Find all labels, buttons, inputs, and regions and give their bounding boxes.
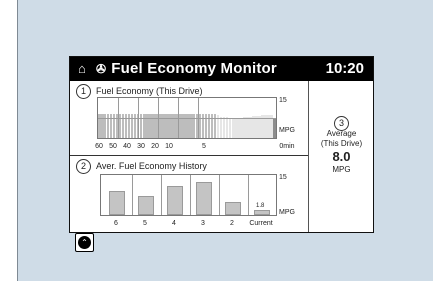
average-panel: 3 Average (This Drive) 8.0 MPG: [308, 81, 374, 232]
chart2-xtick: 6: [114, 220, 118, 227]
fuel-economy-screen: ⌂ ✇ Fuel Economy Monitor 10:20 1 Fuel Econ…: [69, 56, 374, 252]
chart1-xtick: 20: [151, 143, 159, 150]
section2-number: 2: [76, 159, 91, 174]
grid-line: [190, 175, 191, 215]
chart1-xtick: 50: [109, 143, 117, 150]
section1-number: 1: [76, 84, 91, 99]
chart2-unit: MPG: [279, 209, 295, 216]
history-bar: [167, 185, 183, 215]
history-bar: [225, 201, 241, 215]
grid-line: [161, 175, 162, 215]
chart1-xtick: 40: [123, 143, 131, 150]
history-bar: [138, 196, 154, 215]
chart2-xtick: 4: [172, 220, 176, 227]
chart1-xtick: 30: [137, 143, 145, 150]
section1-title: Fuel Economy (This Drive): [96, 85, 203, 96]
average-value: 8.0: [332, 149, 351, 164]
charts-area: 1 Fuel Economy (This Drive) 15 MPG 60 50 40…: [70, 81, 308, 252]
section2-heading: 2 Aver. Fuel Economy History: [76, 159, 207, 174]
fuel-economy-chart: [97, 97, 277, 139]
chart1-xtick: 10: [165, 143, 173, 150]
grid-line: [132, 175, 133, 215]
chart2-xtick: Current: [249, 220, 273, 227]
header-bar: ⌂ ✇ Fuel Economy Monitor 10:20: [70, 57, 373, 81]
chart1-xtick: 60: [95, 143, 103, 150]
section-divider: [70, 155, 308, 156]
panel-edge: [17, 0, 18, 281]
history-chart: 1.8: [100, 174, 277, 216]
section2-title: Aver. Fuel Economy History: [96, 160, 207, 171]
average-label-1: Average: [326, 129, 357, 138]
average-label-2: (This Drive): [320, 139, 363, 148]
fuel-icon: ✇: [96, 62, 107, 76]
fuel-bar: [273, 119, 276, 138]
chart2-xtick: 3: [201, 220, 205, 227]
chart2-ymax: 15: [279, 174, 287, 181]
history-bar: [196, 181, 212, 215]
history-bar: [109, 191, 125, 215]
clock: 10:20: [325, 60, 364, 77]
history-bar: [254, 210, 270, 215]
chart1-xtick: 0min: [279, 143, 295, 150]
home-icon[interactable]: ⌂: [78, 61, 86, 76]
current-value-label: 1.8: [256, 203, 265, 210]
chart1-ymax: 15: [279, 97, 287, 104]
chart1-xtick: 5: [202, 143, 206, 150]
back-button[interactable]: ⌃: [75, 233, 94, 252]
grid-line: [219, 175, 220, 215]
page-title-text: Fuel Economy Monitor: [111, 60, 277, 77]
chevron-up-icon: ⌃: [78, 236, 91, 249]
chart2-xtick: 5: [143, 220, 147, 227]
average-unit: MPG: [332, 165, 351, 174]
chart2-xtick: 2: [230, 220, 234, 227]
page-title: ✇ Fuel Economy Monitor: [96, 60, 277, 77]
chart1-unit: MPG: [279, 127, 295, 134]
grid-line: [98, 118, 276, 119]
grid-line: [248, 175, 249, 215]
